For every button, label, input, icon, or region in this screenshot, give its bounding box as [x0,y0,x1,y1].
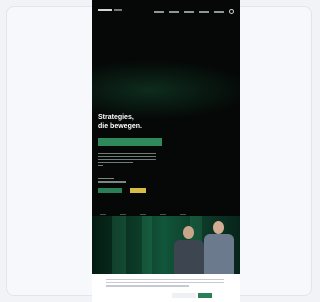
divider-mark [140,213,146,215]
text-line [98,161,133,163]
divider-mark [100,213,106,215]
hero-meta [98,178,126,183]
cookie-accept-button[interactable] [198,293,212,298]
nav-link-5[interactable] [214,10,224,13]
text-line [98,164,103,166]
nav-link-2[interactable] [169,10,179,13]
person-head [183,226,194,239]
primary-cta-button[interactable] [98,188,122,193]
divider-mark [160,213,166,215]
person-head [213,221,224,234]
hero-tagline-badge [98,138,162,146]
hero-paragraph [98,153,156,166]
text-line [106,285,189,287]
cookie-banner [92,274,240,302]
logo-mark [98,9,112,11]
logo-wordmark [114,9,122,11]
text-line [98,158,156,161]
site-logo[interactable] [98,8,122,12]
hero-glow [92,60,240,120]
meta-line [98,178,114,180]
light-pillar [112,216,126,274]
top-navigation [92,0,240,20]
secondary-cta-button[interactable] [130,188,146,193]
team-photo [92,216,240,274]
headline-line-2: die bewegen. [98,123,142,130]
nav-link-1[interactable] [154,10,164,13]
meta-line [98,181,126,183]
text-line [98,153,156,155]
text-line [98,155,156,158]
text-line [106,282,224,284]
website-screenshot: Strategies, die bewegen. [92,0,240,274]
headline-line-1: Strategies, [98,114,134,121]
light-pillar [142,216,152,274]
nav-link-3[interactable] [184,10,194,13]
text-line [106,279,224,281]
hero-headline: Strategies, die bewegen. [98,113,218,131]
cookie-text [106,279,224,287]
divider-mark [180,213,186,215]
person-right [204,218,234,274]
person-body [174,240,204,274]
divider-mark [120,213,126,215]
cookie-settings-button[interactable] [172,293,196,298]
nav-links [154,9,234,14]
search-icon[interactable] [229,9,234,14]
person-body [204,234,234,274]
person-left [174,222,204,274]
nav-link-4[interactable] [199,10,209,13]
